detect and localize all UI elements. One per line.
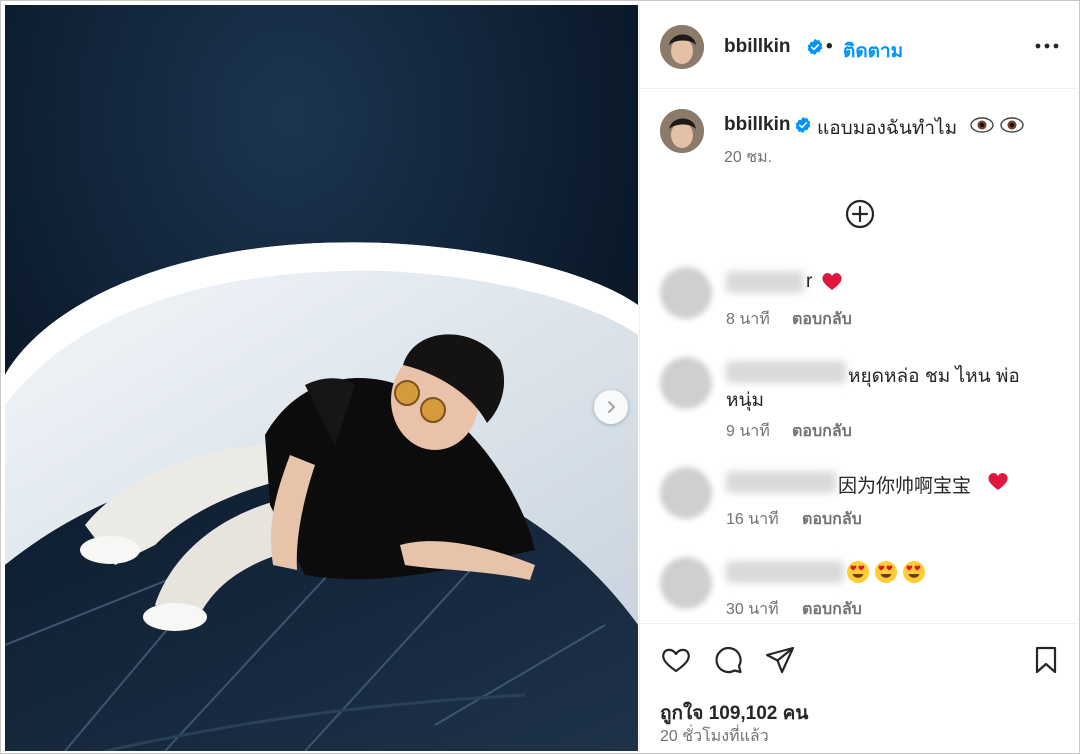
caption-text: แอบมองฉันทำไม [817, 118, 958, 139]
caption-avatar[interactable] [660, 109, 704, 153]
comment-time: 8 นาที [726, 311, 770, 328]
avatar-image [660, 25, 704, 69]
caption-timestamp: 20 ชม. [724, 149, 773, 166]
commenter-avatar[interactable] [660, 557, 712, 609]
comment-text: 因为你帅啊宝宝 [838, 476, 972, 497]
verified-badge-icon [795, 116, 811, 134]
red-heart-icon [822, 273, 842, 290]
reply-button[interactable]: ตอบกลับ [792, 419, 852, 444]
reply-button[interactable]: ตอบกลับ [802, 597, 862, 622]
chevron-right-icon [608, 401, 615, 413]
post-header: bbillkin • ติดตาม [640, 5, 1078, 89]
more-options-icon [1035, 43, 1059, 49]
caption-username[interactable]: bbillkin [724, 114, 791, 136]
heart-eyes-emoji-icon [903, 561, 925, 583]
share-icon[interactable] [764, 644, 796, 676]
comment-text: หยุดหล่อ ชม ไหน พ่อ [848, 366, 1020, 387]
separator-dot: • [826, 36, 833, 57]
comment-icon[interactable] [712, 644, 744, 676]
blurred-username [726, 471, 836, 493]
avatar-image [660, 109, 704, 153]
bookmark-icon[interactable] [1030, 644, 1062, 676]
comment-item: 因为你帅啊宝宝 16 นาที ตอบกลับ [640, 463, 1078, 533]
author-avatar[interactable] [660, 25, 704, 69]
comment-time: 30 นาที [726, 601, 779, 618]
add-circle-icon[interactable] [844, 198, 876, 230]
comment-time: 9 นาที [726, 423, 770, 440]
post-timestamp: 20 ชั่วโมงที่แล้ว [660, 728, 769, 745]
blurred-username [726, 561, 844, 583]
reply-button[interactable]: ตอบกลับ [792, 307, 852, 332]
post-window: bbillkin • ติดตาม bbillkin แอบมองฉันทำไม… [0, 0, 1080, 754]
next-photo-button[interactable] [594, 390, 628, 424]
comment-item: 30 นาที ตอบกลับ [640, 553, 1078, 621]
more-options-button[interactable] [1032, 31, 1062, 61]
verified-badge-icon [807, 38, 823, 56]
author-username[interactable]: bbillkin [724, 36, 791, 58]
post-photo[interactable] [5, 5, 638, 751]
heart-icon[interactable] [660, 644, 692, 676]
comment-item: หยุดหล่อ ชม ไหน พ่อ หนุ่ม 9 นาที ตอบกลับ [640, 353, 1078, 443]
comment-text-line2: หนุ่ม [726, 390, 765, 411]
heart-eyes-emoji-icon [847, 561, 869, 583]
comment-time: 16 นาที [726, 511, 779, 528]
comment-item: r 8 นาที ตอบกลับ [640, 263, 1078, 333]
commenter-avatar[interactable] [660, 267, 712, 319]
post-sidebar: bbillkin • ติดตาม bbillkin แอบมองฉันทำไม… [639, 5, 1078, 751]
commenter-avatar[interactable] [660, 357, 712, 409]
red-heart-icon [988, 473, 1008, 490]
reply-button[interactable]: ตอบกลับ [802, 507, 862, 532]
blurred-username [726, 271, 804, 293]
comment-text: r [806, 271, 813, 292]
heart-eyes-emoji-icon [875, 561, 897, 583]
commenter-avatar[interactable] [660, 467, 712, 519]
post-actions: ถูกใจ 109,102 คน 20 ชั่วโมงที่แล้ว [640, 623, 1078, 751]
eye-emoji-icon [970, 117, 1024, 133]
follow-button[interactable]: ติดตาม [843, 36, 903, 66]
blurred-username [726, 361, 846, 383]
photo-image [5, 5, 638, 751]
